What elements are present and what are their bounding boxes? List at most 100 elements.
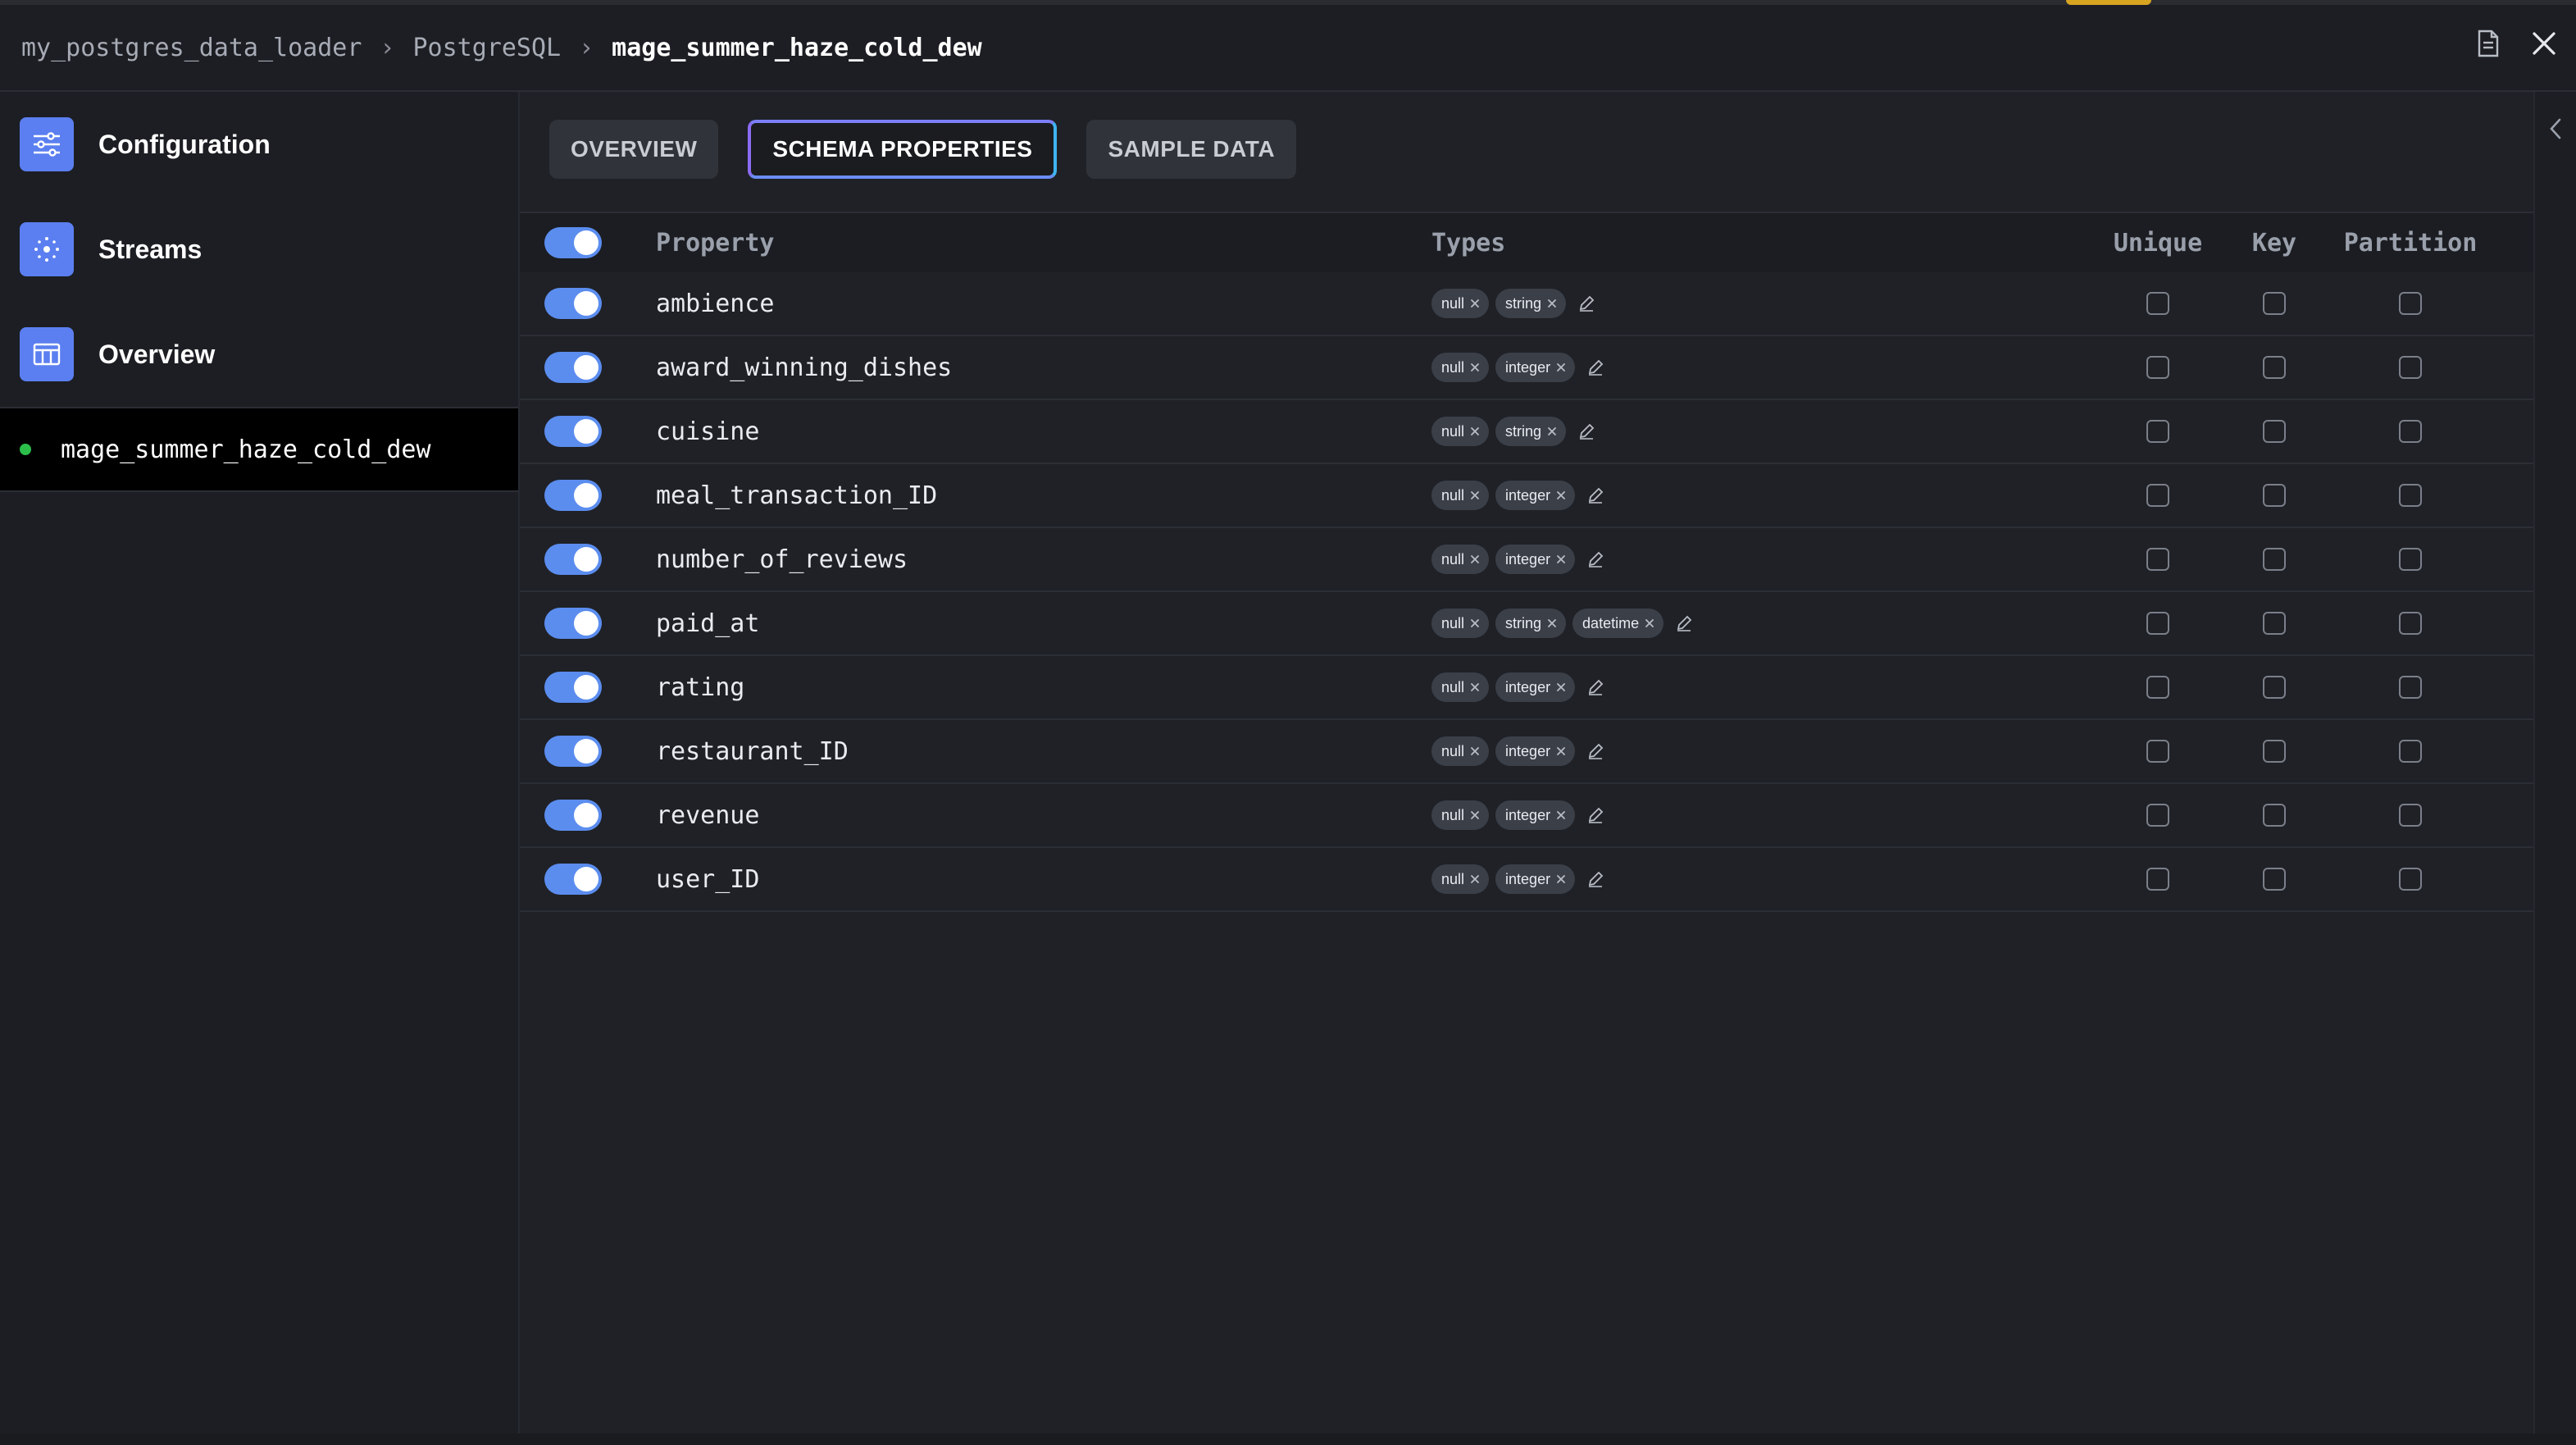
tab-schema-properties[interactable]: SCHEMA PROPERTIES [748, 120, 1058, 179]
collapse-panel[interactable] [2533, 92, 2576, 1437]
property-toggle[interactable] [544, 288, 602, 319]
partition-checkbox[interactable] [2399, 292, 2422, 315]
remove-type-icon[interactable] [1555, 554, 1567, 565]
remove-type-icon[interactable] [1555, 873, 1567, 885]
sliders-icon [20, 117, 74, 171]
remove-type-icon[interactable] [1555, 809, 1567, 821]
remove-type-icon[interactable] [1469, 362, 1481, 373]
remove-type-icon[interactable] [1469, 873, 1481, 885]
edit-pencil-icon[interactable] [1586, 678, 1604, 696]
unique-checkbox[interactable] [2146, 484, 2169, 507]
type-chip: datetime [1572, 609, 1664, 638]
remove-type-icon[interactable] [1469, 681, 1481, 693]
types-cell: null integer [1431, 481, 1604, 510]
property-toggle[interactable] [544, 864, 602, 895]
sidebar-item-streams[interactable]: Streams [0, 197, 518, 302]
edit-pencil-icon[interactable] [1586, 742, 1604, 760]
property-toggle[interactable] [544, 544, 602, 575]
table-icon [20, 327, 74, 381]
unique-checkbox[interactable] [2146, 740, 2169, 763]
partition-checkbox[interactable] [2399, 420, 2422, 443]
type-label: null [1441, 294, 1465, 312]
remove-type-icon[interactable] [1555, 681, 1567, 693]
property-toggle[interactable] [544, 416, 602, 447]
property-toggle[interactable] [544, 352, 602, 383]
edit-pencil-icon[interactable] [1586, 550, 1604, 568]
key-checkbox[interactable] [2263, 804, 2286, 827]
type-label: integer [1505, 806, 1551, 823]
partition-checkbox[interactable] [2399, 740, 2422, 763]
document-icon[interactable] [2476, 30, 2501, 57]
property-toggle[interactable] [544, 480, 602, 511]
select-all-toggle[interactable] [544, 227, 602, 258]
property-toggle[interactable] [544, 608, 602, 639]
edit-pencil-icon[interactable] [1577, 294, 1595, 312]
edit-pencil-icon[interactable] [1577, 422, 1595, 440]
table-row: meal_transaction_ID null integer [520, 464, 2533, 528]
partition-checkbox[interactable] [2399, 484, 2422, 507]
remove-type-icon[interactable] [1555, 490, 1567, 501]
tab-overview[interactable]: OVERVIEW [549, 120, 719, 179]
status-dot [20, 444, 31, 455]
partition-checkbox[interactable] [2399, 868, 2422, 891]
remove-type-icon[interactable] [1469, 298, 1481, 309]
property-toggle[interactable] [544, 736, 602, 767]
property-name: award_winning_dishes [656, 353, 953, 382]
type-chip: null [1431, 609, 1490, 638]
partition-checkbox[interactable] [2399, 676, 2422, 699]
stream-name: mage_summer_haze_cold_dew [61, 435, 431, 464]
edit-pencil-icon[interactable] [1586, 486, 1604, 504]
partition-checkbox[interactable] [2399, 356, 2422, 379]
remove-type-icon[interactable] [1469, 554, 1481, 565]
edit-pencil-icon[interactable] [1586, 870, 1604, 888]
schema-table: Property Types Unique Key Partition ambi… [520, 212, 2533, 912]
remove-type-icon[interactable] [1546, 298, 1558, 309]
unique-checkbox[interactable] [2146, 420, 2169, 443]
breadcrumb-item-source[interactable]: PostgreSQL [412, 34, 561, 62]
key-checkbox[interactable] [2263, 868, 2286, 891]
edit-pencil-icon[interactable] [1586, 806, 1604, 824]
partition-checkbox[interactable] [2399, 804, 2422, 827]
key-checkbox[interactable] [2263, 676, 2286, 699]
chevron-left-icon[interactable] [2546, 116, 2565, 141]
sidebar-item-configuration[interactable]: Configuration [0, 92, 518, 197]
key-checkbox[interactable] [2263, 484, 2286, 507]
sidebar-item-overview[interactable]: Overview [0, 302, 518, 407]
partition-checkbox[interactable] [2399, 612, 2422, 635]
edit-pencil-icon[interactable] [1675, 614, 1693, 632]
remove-type-icon[interactable] [1469, 426, 1481, 437]
key-checkbox[interactable] [2263, 612, 2286, 635]
edit-pencil-icon[interactable] [1586, 358, 1604, 376]
types-cell: null integer [1431, 545, 1604, 574]
remove-type-icon[interactable] [1469, 490, 1481, 501]
partition-checkbox[interactable] [2399, 548, 2422, 571]
remove-type-icon[interactable] [1546, 618, 1558, 629]
key-checkbox[interactable] [2263, 548, 2286, 571]
unique-checkbox[interactable] [2146, 548, 2169, 571]
remove-type-icon[interactable] [1469, 809, 1481, 821]
unique-checkbox[interactable] [2146, 612, 2169, 635]
key-checkbox[interactable] [2263, 420, 2286, 443]
tab-sample-data[interactable]: SAMPLE DATA [1086, 120, 1297, 179]
key-checkbox[interactable] [2263, 740, 2286, 763]
remove-type-icon[interactable] [1644, 618, 1655, 629]
remove-type-icon[interactable] [1546, 426, 1558, 437]
key-checkbox[interactable] [2263, 356, 2286, 379]
breadcrumb-item-loader[interactable]: my_postgres_data_loader [21, 34, 362, 62]
close-icon[interactable] [2532, 31, 2556, 56]
unique-checkbox[interactable] [2146, 356, 2169, 379]
remove-type-icon[interactable] [1469, 618, 1481, 629]
type-label: null [1441, 550, 1465, 568]
remove-type-icon[interactable] [1555, 362, 1567, 373]
table-row: user_ID null integer [520, 848, 2533, 912]
unique-checkbox[interactable] [2146, 868, 2169, 891]
remove-type-icon[interactable] [1555, 745, 1567, 757]
stream-list-item[interactable]: mage_summer_haze_cold_dew [0, 407, 518, 492]
key-checkbox[interactable] [2263, 292, 2286, 315]
property-toggle[interactable] [544, 800, 602, 831]
property-toggle[interactable] [544, 672, 602, 703]
unique-checkbox[interactable] [2146, 676, 2169, 699]
unique-checkbox[interactable] [2146, 292, 2169, 315]
remove-type-icon[interactable] [1469, 745, 1481, 757]
unique-checkbox[interactable] [2146, 804, 2169, 827]
